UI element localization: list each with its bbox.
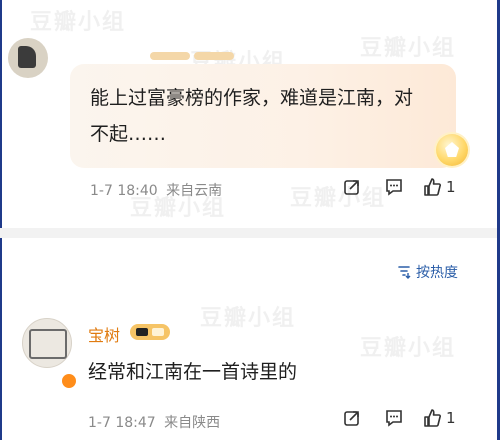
sort-by-hot-button[interactable]: 按热度 <box>396 262 458 282</box>
comment-meta: 1-7 18:40 来自云南 <box>90 180 222 200</box>
comment-text: 经常和江南在一首诗里的 <box>88 361 298 383</box>
thumbs-up-icon[interactable] <box>422 177 442 197</box>
like-count: 1 <box>446 178 456 196</box>
user-level-badge <box>130 324 170 340</box>
frame-left-border <box>0 0 2 440</box>
username[interactable]: 宝树 <box>88 322 120 346</box>
section-divider <box>0 228 497 238</box>
hot-comment-medal-icon <box>436 134 468 166</box>
avatar[interactable] <box>8 38 48 78</box>
comment-meta: 1-7 18:47 来自陕西 <box>88 412 220 432</box>
watermark: 豆瓣小组 <box>200 306 297 331</box>
comment-text: 能上过富豪榜的作家，难道是江南，对不起…… <box>90 87 414 145</box>
avatar-image <box>18 46 36 68</box>
comment-time: 1-7 18:47 <box>88 415 156 431</box>
sort-label: 按热度 <box>416 265 458 281</box>
user-badges <box>150 52 234 60</box>
comment-icon[interactable] <box>384 408 404 428</box>
like-count: 1 <box>446 409 456 427</box>
comment-time: 1-7 18:40 <box>90 183 158 199</box>
sort-icon <box>398 266 411 279</box>
verified-badge-icon <box>60 372 78 390</box>
share-icon[interactable] <box>342 408 362 428</box>
avatar-image <box>29 329 67 359</box>
comment-icon[interactable] <box>384 177 404 197</box>
share-icon[interactable] <box>342 177 362 197</box>
comment-location: 来自云南 <box>166 183 223 199</box>
watermark: 豆瓣小组 <box>30 10 127 35</box>
thumbs-up-icon[interactable] <box>422 408 442 428</box>
comment-actions: 1 <box>342 408 456 428</box>
watermark: 豆瓣小组 <box>360 36 457 61</box>
comment-location: 来自陕西 <box>164 415 221 431</box>
watermark: 豆瓣小组 <box>360 336 457 361</box>
avatar[interactable] <box>22 318 72 368</box>
comment-actions: 1 <box>342 177 456 197</box>
